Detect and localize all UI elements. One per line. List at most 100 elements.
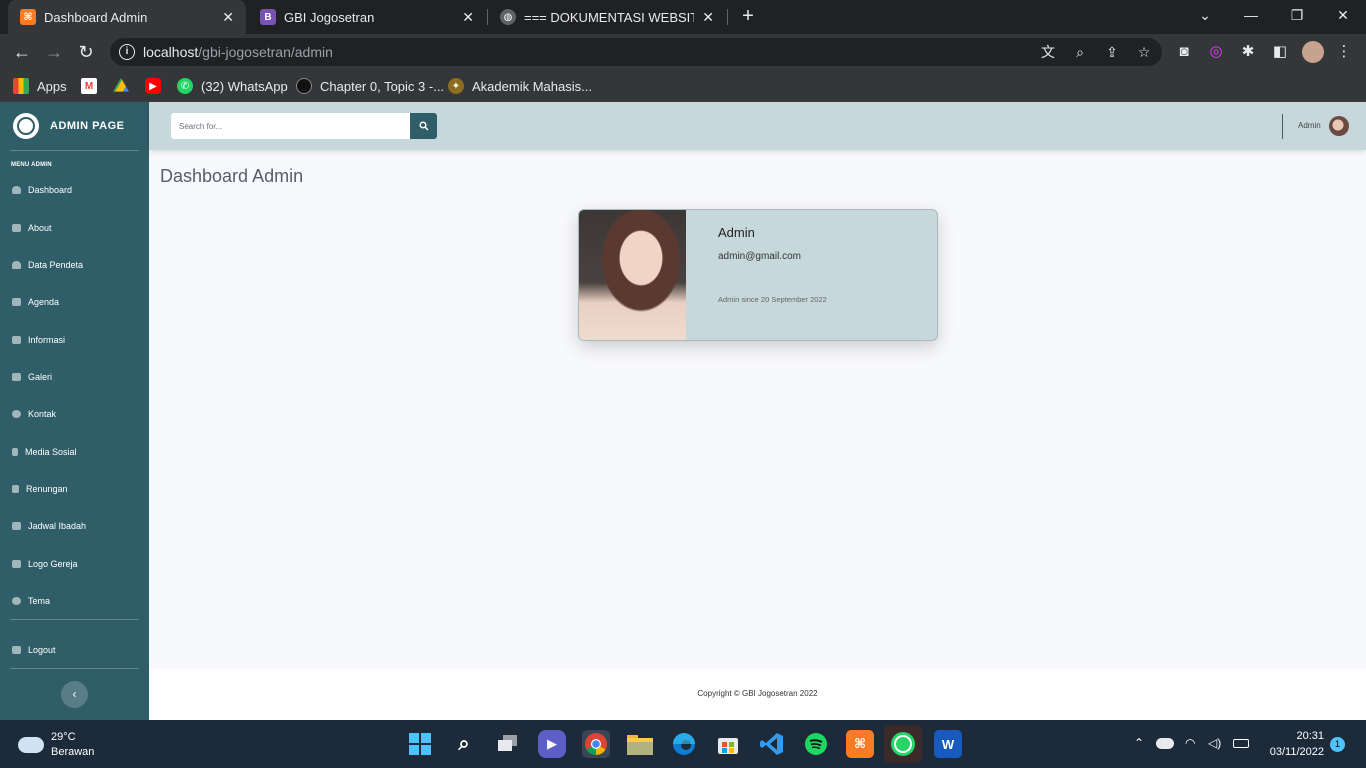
bookmark-apps[interactable]: Apps — [13, 76, 67, 96]
spotify-icon[interactable] — [802, 730, 830, 758]
wifi-icon[interactable]: ◠ — [1185, 736, 1195, 750]
user-name[interactable]: Admin — [1298, 121, 1321, 130]
sidebar-item-label: Logout — [28, 645, 56, 655]
sidebar-item-renungan[interactable]: Renungan — [0, 478, 149, 500]
sidebar-item-label: Agenda — [28, 297, 60, 307]
sidebar: ADMIN PAGE MENU ADMIN Dashboard About Da… — [0, 102, 149, 720]
sidebar-item-dashboard[interactable]: Dashboard — [0, 179, 149, 201]
onedrive-icon[interactable] — [1156, 738, 1174, 749]
bookmark-chapter[interactable]: Chapter 0, Topic 3 -... — [296, 76, 444, 96]
sidebar-item-galeri[interactable]: Galeri — [0, 366, 149, 388]
close-icon[interactable]: ✕ — [222, 9, 234, 26]
sidebar-item-informasi[interactable]: Informasi — [0, 329, 149, 351]
system-clock[interactable]: 20:31 03/11/2022 — [1262, 728, 1324, 760]
sidebar-item-kontak[interactable]: Kontak — [0, 403, 149, 425]
restore-button[interactable]: ❐ — [1274, 0, 1320, 30]
chevron-left-icon: ‹ — [72, 687, 77, 701]
close-icon[interactable]: ✕ — [462, 9, 474, 26]
tab-search-icon[interactable]: ⌄ — [1182, 0, 1228, 30]
url-text[interactable]: localhost/gbi-jogosetran/admin — [143, 44, 333, 60]
site-info-icon[interactable]: i — [119, 44, 135, 60]
church-logo-icon — [13, 113, 39, 139]
menu-icon[interactable]: ⋮ — [1334, 42, 1354, 62]
zoom-icon[interactable]: ⌕ — [1071, 43, 1089, 61]
file-explorer-icon[interactable] — [626, 730, 654, 758]
search-input[interactable] — [171, 113, 410, 139]
sidebar-item-media-sosial[interactable]: Media Sosial — [0, 441, 149, 463]
sidebar-item-data-pendeta[interactable]: Data Pendeta — [0, 254, 149, 276]
forward-icon[interactable]: → — [43, 41, 65, 63]
sidebar-item-label: Tema — [28, 596, 51, 606]
profile-photo — [579, 210, 686, 340]
close-icon[interactable]: ✕ — [702, 9, 714, 26]
bookmark-gmail[interactable]: M — [81, 76, 105, 96]
sidebar-item-agenda[interactable]: Agenda — [0, 291, 149, 313]
task-view-icon[interactable] — [494, 730, 522, 758]
bookmark-whatsapp[interactable]: ✆ (32) WhatsApp — [177, 76, 288, 96]
chrome-icon[interactable] — [582, 730, 610, 758]
notification-badge[interactable]: 1 — [1330, 737, 1345, 752]
teams-chat-icon[interactable]: ▶ — [538, 730, 566, 758]
bootstrap-icon: B — [260, 9, 276, 25]
bookmark-label: Akademik Mahasis... — [472, 78, 592, 94]
sidebar-divider — [10, 668, 139, 669]
reload-icon[interactable]: ↻ — [75, 41, 97, 63]
user-avatar[interactable] — [1329, 116, 1349, 136]
bookmark-akademik[interactable]: ✦ Akademik Mahasis... — [448, 76, 592, 96]
sidebar-item-logout[interactable]: Logout — [0, 639, 149, 661]
circle-icon — [296, 78, 312, 94]
extensions-icon[interactable]: ✱ — [1238, 42, 1258, 62]
word-icon[interactable]: W — [934, 730, 962, 758]
tab-dokumentasi[interactable]: ◍ === DOKUMENTASI WEBSITE SI ✕ — [488, 0, 726, 34]
sidebar-item-about[interactable]: About — [0, 217, 149, 239]
side-panel-icon[interactable]: ◧ — [1270, 42, 1290, 62]
topbar: Admin — [149, 102, 1366, 150]
university-icon: ✦ — [448, 78, 464, 94]
sidebar-item-label: Kontak — [28, 409, 57, 419]
search-icon[interactable]: ⌕ — [450, 730, 478, 758]
volume-icon[interactable]: ◁) — [1208, 736, 1221, 750]
drive-icon — [113, 78, 129, 92]
sidebar-toggle-button[interactable]: ‹ — [61, 681, 88, 708]
bookmark-youtube[interactable]: ▶ — [145, 76, 169, 96]
camera-extension-icon[interactable]: ◙ — [1174, 42, 1194, 62]
windows-start-icon[interactable] — [406, 730, 434, 758]
back-icon[interactable]: ← — [11, 41, 33, 63]
battery-icon[interactable] — [1233, 739, 1249, 748]
xampp-icon[interactable]: ⌘ — [846, 730, 874, 758]
xampp-icon: ⌘ — [20, 9, 36, 25]
sidebar-item-logo-gereja[interactable]: Logo Gereja — [0, 553, 149, 575]
minimize-button[interactable]: — — [1228, 0, 1274, 30]
clock-date: 03/11/2022 — [1269, 746, 1324, 758]
translate-icon[interactable]: 文 — [1039, 43, 1057, 61]
store-icon[interactable] — [714, 730, 742, 758]
close-window-button[interactable]: ✕ — [1320, 0, 1366, 30]
share-icon[interactable]: ⇪ — [1103, 43, 1121, 61]
bookmark-label: (32) WhatsApp — [201, 78, 288, 94]
new-tab-button[interactable]: + — [737, 5, 759, 27]
search-button[interactable] — [410, 113, 437, 139]
bookmark-star-icon[interactable]: ☆ — [1135, 43, 1153, 61]
weather-widget[interactable]: 29°C Berawan — [18, 730, 94, 760]
sidebar-item-tema[interactable]: Tema — [0, 590, 149, 612]
sidebar-heading: MENU ADMIN — [11, 162, 52, 168]
vscode-icon[interactable] — [758, 730, 786, 758]
sidebar-item-jadwal-ibadah[interactable]: Jadwal Ibadah — [0, 515, 149, 537]
color-extension-icon[interactable]: ◎ — [1206, 42, 1226, 62]
brand-text: ADMIN PAGE — [50, 120, 125, 132]
show-hidden-icons-icon[interactable]: ⌃ — [1134, 736, 1144, 750]
tab-title: GBI Jogosetran — [284, 9, 375, 25]
whatsapp-icon[interactable] — [884, 725, 922, 763]
profile-email: admin@gmail.com — [718, 251, 801, 262]
tab-dashboard-admin[interactable]: ⌘ Dashboard Admin ✕ — [8, 0, 246, 34]
edge-icon[interactable] — [670, 730, 698, 758]
tab-gbi-jogosetran[interactable]: B GBI Jogosetran ✕ — [248, 0, 486, 34]
bookmark-drive[interactable] — [113, 76, 137, 96]
bookmarks-bar: Apps M ▶ ✆ (32) WhatsApp Chapter 0, Topi… — [0, 70, 1366, 102]
profile-avatar[interactable] — [1302, 41, 1324, 63]
sidebar-brand[interactable]: ADMIN PAGE — [0, 102, 149, 150]
calendar-icon — [12, 522, 21, 530]
address-bar[interactable]: i localhost/gbi-jogosetran/admin 文 ⌕ ⇪ ☆ — [110, 38, 1162, 66]
sidebar-divider — [10, 619, 139, 620]
sign-out-icon — [12, 646, 21, 654]
